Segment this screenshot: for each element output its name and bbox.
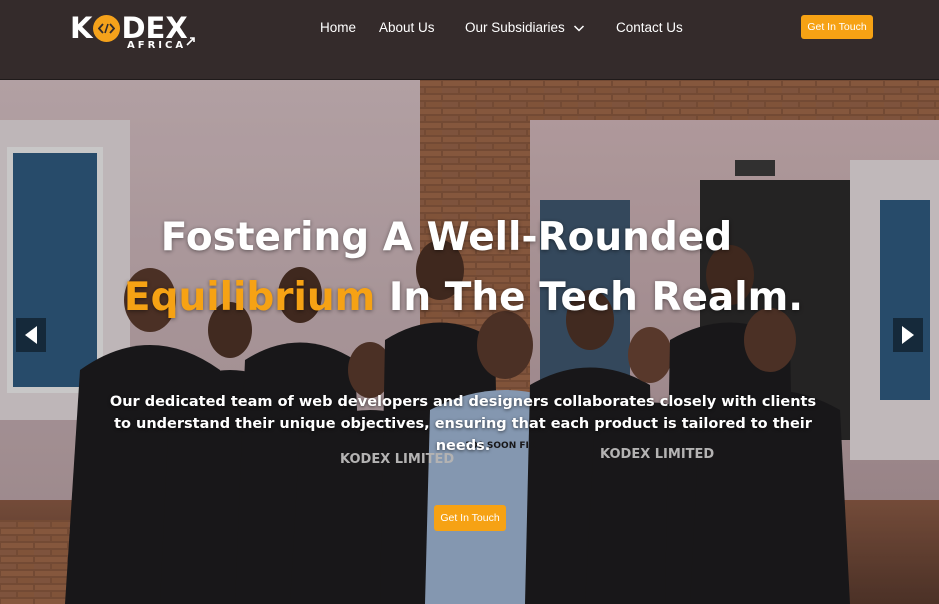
- hero-description: Our dedicated team of web developers and…: [109, 394, 817, 454]
- code-brackets-icon: [93, 14, 121, 42]
- triangle-right-icon: [902, 326, 914, 344]
- logo-arrow-icon: [186, 37, 195, 46]
- logo-subtitle-text: AFRICA: [127, 40, 187, 51]
- hero-section: KODEX LIMITED KODEX LIMITED 100 SOON FIX…: [0, 80, 939, 604]
- logo-letter-k: K: [70, 11, 93, 45]
- nav-home-link[interactable]: Home: [320, 18, 356, 38]
- kodex-africa-logo[interactable]: K DEX AFRICA: [70, 11, 205, 52]
- hero-get-in-touch-button[interactable]: Get In Touch: [434, 505, 506, 531]
- carousel-next-button[interactable]: [893, 318, 923, 352]
- nav-contact-link[interactable]: Contact Us: [616, 18, 683, 38]
- hero-headline-rest: In The Tech Realm.: [375, 275, 804, 320]
- hero-headline-line2: Equilibrium In The Tech Realm.: [0, 275, 927, 320]
- carousel-prev-button[interactable]: [16, 318, 46, 352]
- nav-about-link[interactable]: About Us: [379, 18, 435, 38]
- hero-headline-accent: Equilibrium: [123, 275, 376, 320]
- nav-subsidiaries-label: Our Subsidiaries: [465, 20, 565, 35]
- chevron-down-icon: [573, 25, 584, 32]
- header-get-in-touch-button[interactable]: Get In Touch: [801, 15, 873, 39]
- triangle-left-icon: [25, 326, 37, 344]
- logo-subtitle: AFRICA: [127, 37, 195, 51]
- nav-subsidiaries-dropdown[interactable]: Our Subsidiaries: [465, 18, 585, 38]
- hero-headline-line1: Fostering A Well-Rounded: [160, 215, 733, 260]
- site-header: K DEX AFRICA Home About Us Our Subsidiar…: [0, 0, 939, 80]
